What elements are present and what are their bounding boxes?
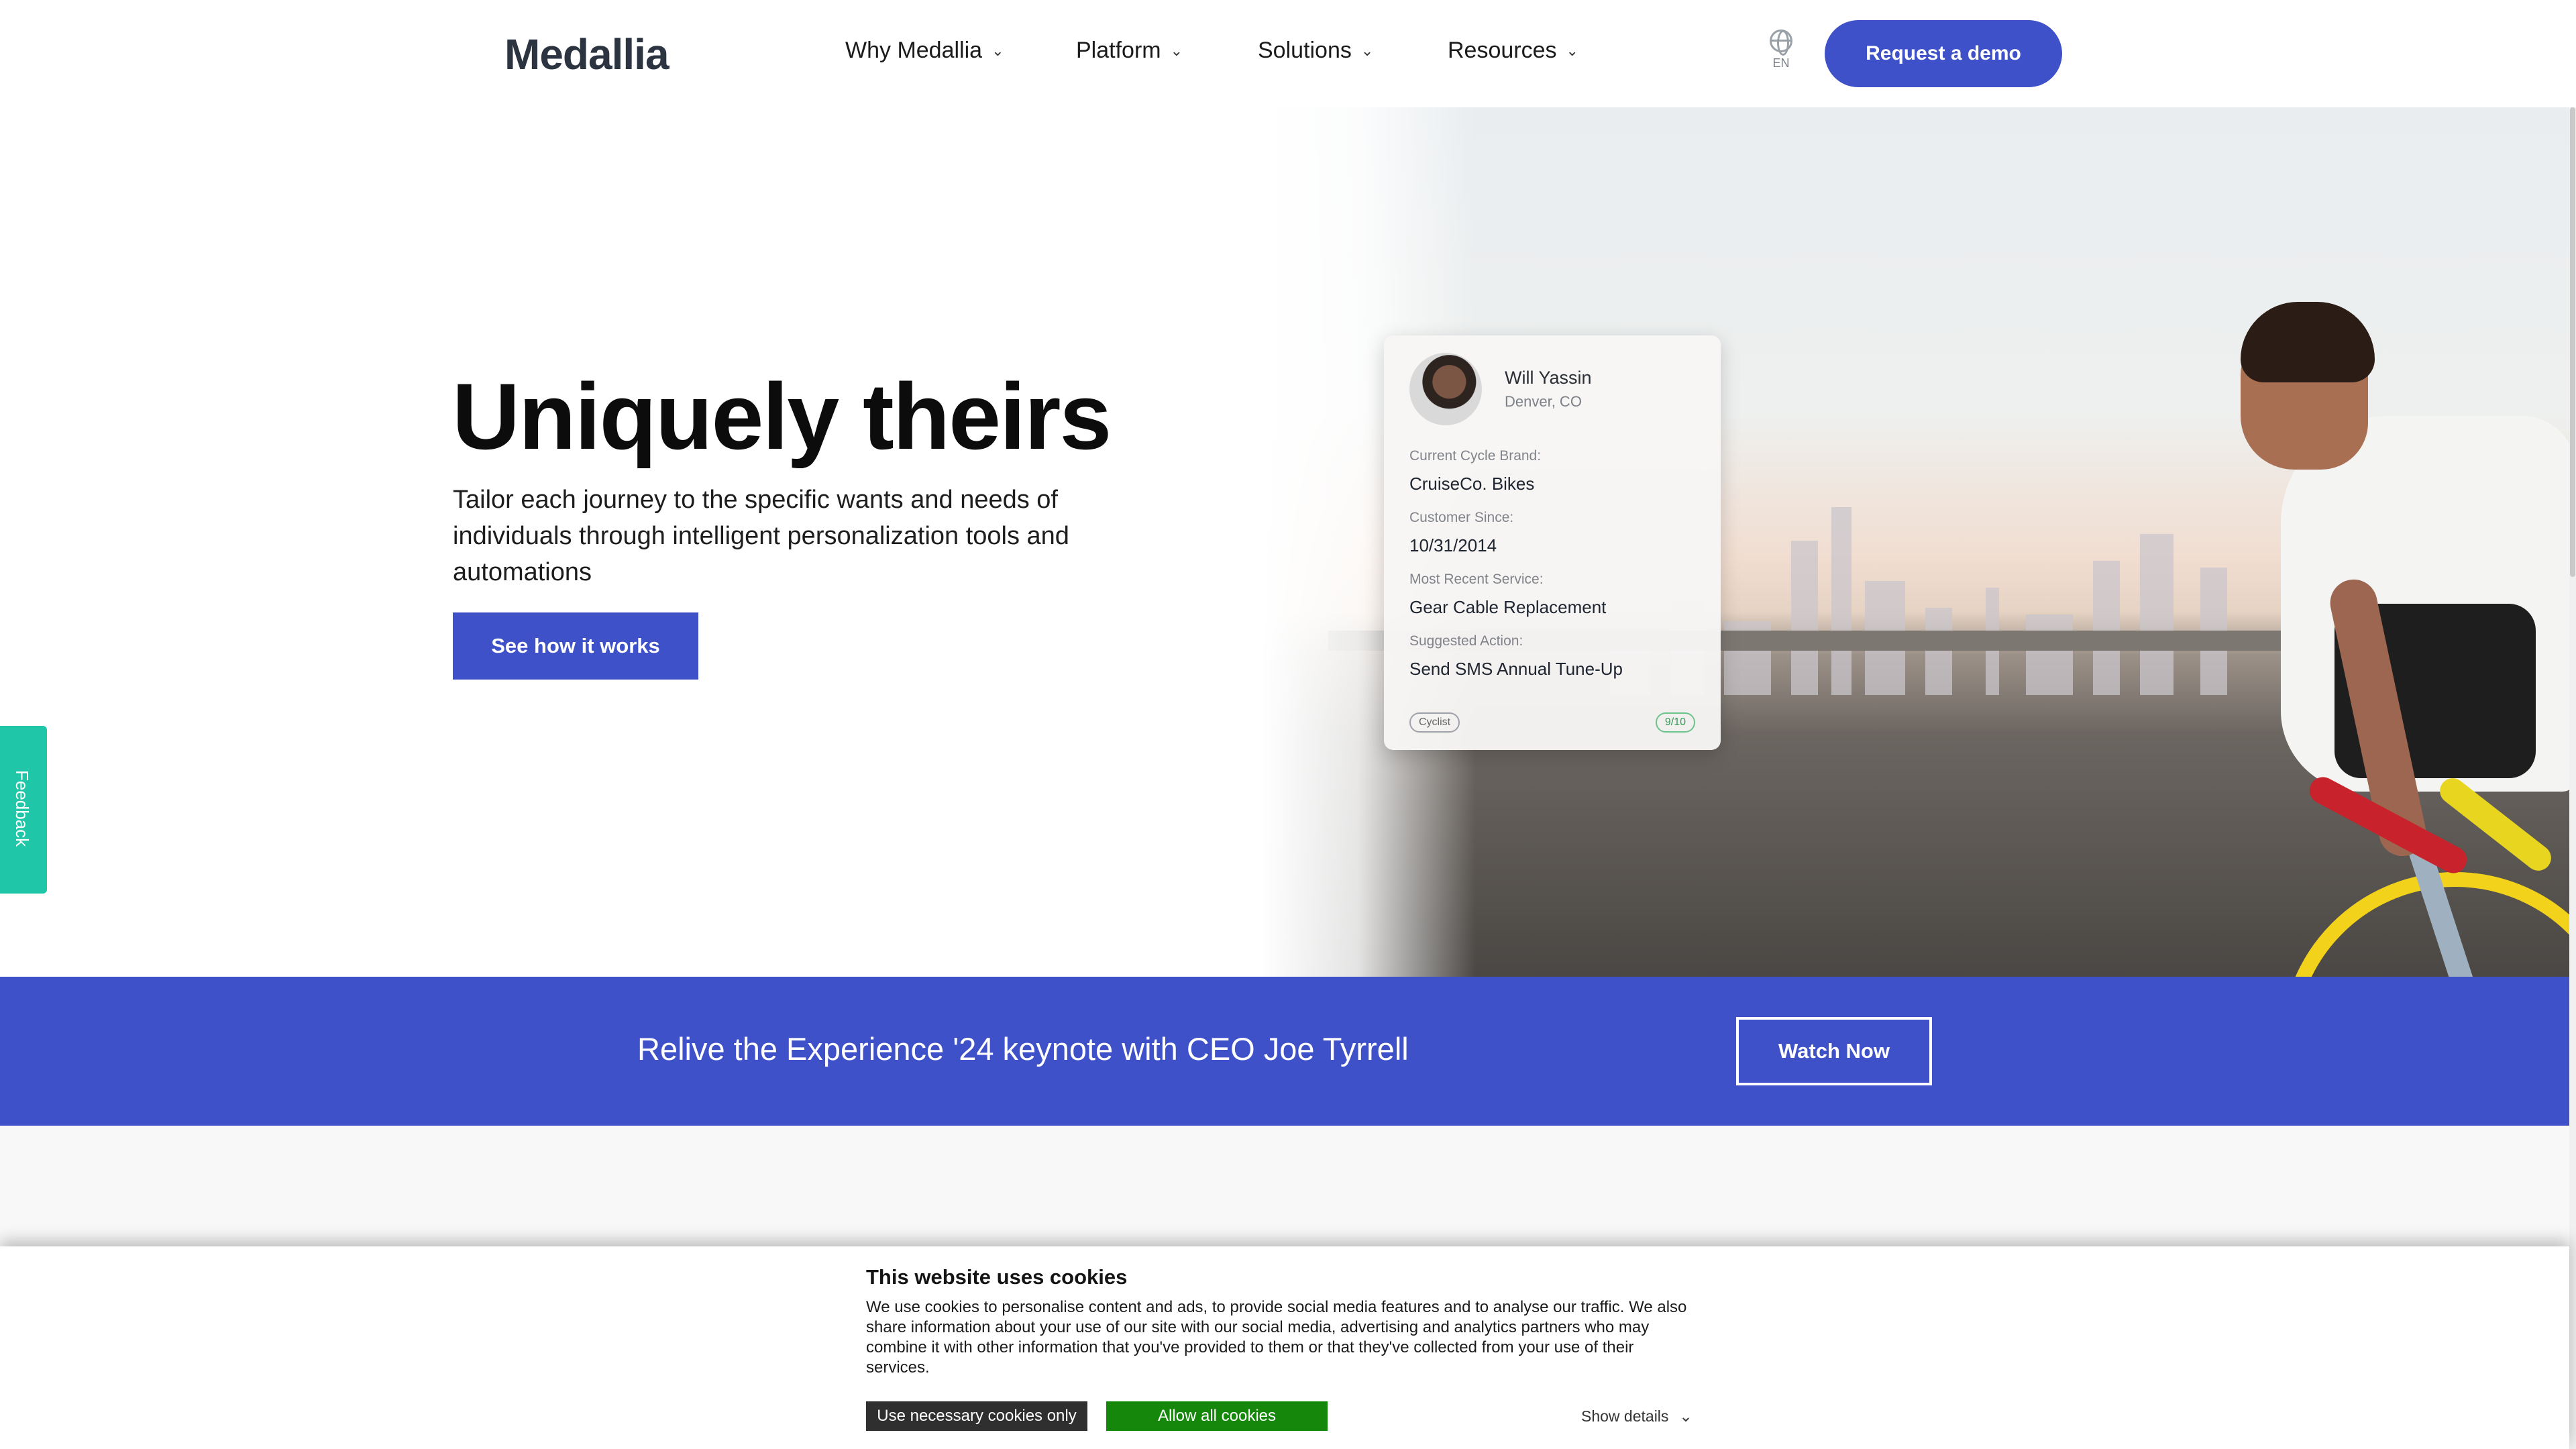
necessary-cookies-button[interactable]: Use necessary cookies only (866, 1401, 1087, 1431)
profile-name: Will Yassin (1505, 368, 1592, 388)
field-label: Customer Since: (1409, 510, 1514, 525)
cyclist-hair (2241, 302, 2375, 382)
medallia-logo[interactable]: Medallia (504, 30, 669, 79)
customer-profile-card: Will Yassin Denver, CO Current Cycle Bra… (1384, 335, 1721, 750)
feedback-label: Feedback (12, 770, 32, 847)
nav-why-medallia[interactable]: Why Medallia ⌄ (845, 38, 1004, 64)
field-label: Current Cycle Brand: (1409, 448, 1542, 464)
nav-label: Solutions (1258, 38, 1352, 63)
cookie-title: This website uses cookies (866, 1265, 1128, 1289)
nav-label: Why Medallia (845, 38, 983, 63)
chevron-down-icon: ⌄ (991, 42, 1004, 59)
see-how-it-works-button[interactable]: See how it works (453, 612, 698, 680)
chevron-down-icon: ⌄ (1170, 42, 1183, 59)
score-badge: 9/10 (1655, 712, 1695, 733)
field-value: Gear Cable Replacement (1409, 597, 1607, 617)
hero-subtitle: Tailor each journey to the specific want… (453, 486, 1069, 586)
hero-title: Uniquely theirs (452, 364, 1112, 469)
field-recent-service: Most Recent Service: Gear Cable Replacem… (1409, 572, 1606, 618)
nav-solutions[interactable]: Solutions ⌄ (1258, 38, 1373, 64)
globe-icon (1770, 30, 1792, 56)
segment-tag: Cyclist (1409, 712, 1460, 733)
field-value: 10/31/2014 (1409, 535, 1497, 555)
site-header: Medallia Why Medallia ⌄ Platform ⌄ Solut… (0, 0, 2576, 107)
show-details-link[interactable]: Show details ⌄ (1581, 1407, 1693, 1426)
cyclist-figure (2160, 228, 2576, 977)
nav-platform[interactable]: Platform ⌄ (1076, 38, 1183, 64)
feedback-tab[interactable]: Feedback (0, 726, 47, 894)
keynote-banner: Relive the Experience '24 keynote with C… (0, 977, 2569, 1126)
profile-location: Denver, CO (1505, 393, 1582, 410)
chevron-down-icon: ⌄ (1360, 42, 1374, 59)
show-details-label: Show details (1581, 1407, 1669, 1425)
page-scrollbar[interactable] (2569, 107, 2576, 1449)
banner-text: Relive the Experience '24 keynote with C… (637, 1031, 1409, 1067)
cookie-body: We use cookies to personalise content an… (866, 1298, 1687, 1377)
watch-now-button[interactable]: Watch Now (1736, 1017, 1932, 1085)
field-cycle-brand: Current Cycle Brand: CruiseCo. Bikes (1409, 448, 1541, 494)
chevron-down-icon: ⌄ (1566, 42, 1578, 59)
field-label: Most Recent Service: (1409, 572, 1544, 587)
nav-label: Resources (1448, 38, 1557, 63)
field-label: Suggested Action: (1409, 633, 1523, 649)
nav-label: Platform (1076, 38, 1161, 63)
cookie-banner: This website uses cookies We use cookies… (0, 1246, 2569, 1449)
language-selector[interactable]: EN (1764, 30, 1798, 70)
allow-all-cookies-button[interactable]: Allow all cookies (1106, 1401, 1328, 1431)
chevron-down-icon: ⌄ (1679, 1407, 1693, 1425)
field-customer-since: Customer Since: 10/31/2014 (1409, 510, 1513, 556)
nav-resources[interactable]: Resources ⌄ (1448, 38, 1578, 64)
language-code: EN (1772, 56, 1790, 70)
request-demo-button[interactable]: Request a demo (1825, 20, 2062, 87)
scrollbar-thumb[interactable] (2570, 107, 2575, 577)
avatar (1409, 353, 1482, 425)
field-value: CruiseCo. Bikes (1409, 474, 1535, 494)
field-value: Send SMS Annual Tune-Up (1409, 659, 1623, 679)
field-suggested-action: Suggested Action: Send SMS Annual Tune-U… (1409, 633, 1623, 680)
